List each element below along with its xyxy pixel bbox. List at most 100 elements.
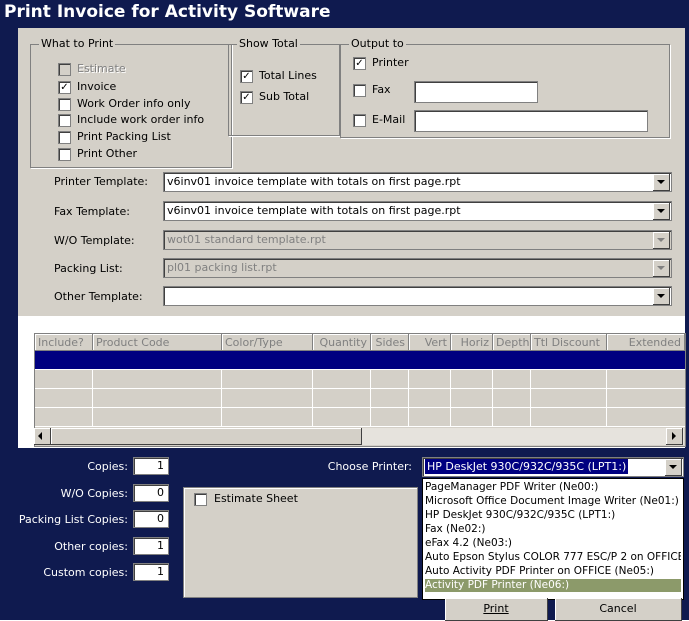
choose-printer-select[interactable]: HP DeskJet 930C/932C/935C (LPT1:) <box>422 457 684 477</box>
table-row[interactable] <box>35 408 685 427</box>
table-row[interactable] <box>35 351 685 370</box>
col-horiz[interactable]: Horiz <box>451 334 493 351</box>
estimate-checkbox[interactable] <box>58 63 71 76</box>
include-work-order-info-checkbox[interactable] <box>58 114 71 127</box>
invoice-checkbox[interactable]: ✓ <box>58 81 71 94</box>
chevron-down-icon[interactable] <box>653 174 670 191</box>
line-items-label: Line Items with Work Orders: <box>20 318 180 331</box>
show-total-legend: Show Total <box>237 37 300 50</box>
chevron-down-icon[interactable] <box>653 203 670 220</box>
chevron-down-icon[interactable] <box>665 459 682 476</box>
horizontal-scrollbar[interactable] <box>34 428 684 445</box>
printer-template-select[interactable]: v6inv01 invoice template with totals on … <box>163 172 672 192</box>
printer-option[interactable]: eFax 4.2 (Ne03:) <box>425 537 681 550</box>
chevron-down-icon[interactable] <box>653 232 670 249</box>
printer-label: Printer <box>372 56 409 69</box>
col-extended[interactable]: Extended <box>607 334 685 351</box>
printer-option[interactable]: Auto Activity PDF Printer on OFFICE (Ne0… <box>425 565 681 578</box>
grid-header: Include? Product Code Color/Type Quantit… <box>35 334 685 351</box>
fax-checkbox[interactable] <box>353 84 366 97</box>
print-packing-list-checkbox[interactable] <box>58 131 71 144</box>
copies-input[interactable]: 1 <box>133 457 169 475</box>
table-row[interactable] <box>35 370 685 389</box>
include-work-order-info-label: Include work order info <box>77 113 205 126</box>
fax-template-value: v6inv01 invoice template with totals on … <box>167 204 461 217</box>
sub-total-label: Sub Total <box>259 90 310 103</box>
choose-printer-value: HP DeskJet 930C/932C/935C (LPT1:) <box>425 459 629 474</box>
col-sides[interactable]: Sides <box>371 334 409 351</box>
printer-template-label: Printer Template: <box>54 175 148 188</box>
estimate-sheet-label: Estimate Sheet <box>214 492 298 505</box>
email-address-input[interactable] <box>414 110 648 132</box>
col-color-type[interactable]: Color/Type <box>222 334 313 351</box>
email-label: E-Mail <box>372 113 406 126</box>
col-depth[interactable]: Depth <box>493 334 531 351</box>
printer-option[interactable]: PageManager PDF Writer (Ne00:) <box>425 481 681 494</box>
cancel-button[interactable]: Cancel <box>555 598 682 621</box>
col-include[interactable]: Include? <box>35 334 93 351</box>
choose-printer-label: Choose Printer: <box>327 460 412 473</box>
output-to-legend: Output to <box>349 37 406 50</box>
other-template-select[interactable] <box>163 286 672 306</box>
table-row[interactable] <box>35 389 685 408</box>
print-other-checkbox[interactable] <box>58 148 71 161</box>
printer-option[interactable]: Microsoft Office Document Image Writer (… <box>425 495 681 508</box>
copies-label: Copies: <box>87 460 128 473</box>
col-quantity[interactable]: Quantity <box>313 334 371 351</box>
col-product-code[interactable]: Product Code <box>93 334 222 351</box>
wo-copies-input[interactable]: 0 <box>133 484 169 502</box>
wo-template-value: wot01 standard template.rpt <box>167 233 326 246</box>
custom-copies-label: Custom copies: <box>43 566 128 579</box>
print-button[interactable]: Print <box>445 598 548 621</box>
custom-copies-input[interactable]: 1 <box>133 563 169 581</box>
frame-left <box>0 28 18 620</box>
other-template-label: Other Template: <box>54 290 143 303</box>
printer-checkbox[interactable]: ✓ <box>353 57 366 70</box>
wo-template-label: W/O Template: <box>54 234 135 247</box>
fax-template-label: Fax Template: <box>54 205 130 218</box>
wo-template-select[interactable]: wot01 standard template.rpt <box>163 230 672 250</box>
fax-number-input[interactable] <box>414 81 538 103</box>
other-copies-input[interactable]: 1 <box>133 537 169 555</box>
printer-dropdown-list[interactable]: PageManager PDF Writer (Ne00:) Microsoft… <box>422 478 684 600</box>
printer-option[interactable]: Auto Epson Stylus COLOR 777 ESC/P 2 on O… <box>425 551 681 564</box>
window-title: Print Invoice for Activity Software <box>4 2 331 22</box>
work-order-info-only-label: Work Order info only <box>77 97 191 110</box>
packing-list-template-value: pl01 packing list.rpt <box>167 261 277 274</box>
print-packing-list-label: Print Packing List <box>77 130 171 143</box>
estimate-sheet-checkbox[interactable] <box>194 493 207 506</box>
invoice-label: Invoice <box>77 80 117 93</box>
chevron-down-icon[interactable] <box>653 260 670 277</box>
wo-copies-label: W/O Copies: <box>60 487 128 500</box>
what-to-print-legend: What to Print <box>39 37 116 50</box>
sub-total-checkbox[interactable]: ✓ <box>240 91 253 104</box>
email-checkbox[interactable] <box>353 114 366 127</box>
packing-list-template-select[interactable]: pl01 packing list.rpt <box>163 258 672 278</box>
arrow-left-icon <box>38 432 42 440</box>
col-ttl-discount[interactable]: Ttl Discount <box>531 334 607 351</box>
printer-option-highlighted[interactable]: Activity PDF Printer (Ne06:) <box>425 579 681 592</box>
cancel-button-label: Cancel <box>599 602 637 615</box>
packing-list-copies-label: Packing List Copies: <box>18 513 128 526</box>
print-other-label: Print Other <box>77 147 138 160</box>
total-lines-checkbox[interactable]: ✓ <box>240 70 253 83</box>
frame-right <box>685 28 689 620</box>
printer-template-value: v6inv01 invoice template with totals on … <box>167 175 461 188</box>
other-copies-label: Other copies: <box>54 540 128 553</box>
arrow-right-icon <box>672 432 676 440</box>
printer-option[interactable]: HP DeskJet 930C/932C/935C (LPT1:) <box>425 509 681 522</box>
printer-option[interactable]: Fax (Ne02:) <box>425 523 681 536</box>
packing-list-template-label: Packing List: <box>54 262 123 275</box>
scroll-right-button[interactable] <box>666 428 683 445</box>
estimate-label: Estimate <box>77 62 126 75</box>
print-button-label: Print <box>483 602 509 615</box>
chevron-down-icon[interactable] <box>653 288 670 305</box>
packing-list-copies-input[interactable]: 0 <box>133 510 169 528</box>
work-order-info-only-checkbox[interactable] <box>58 98 71 111</box>
fax-label: Fax <box>372 83 391 96</box>
options-panel: What to Print Estimate ✓ Invoice Work Or… <box>18 28 685 316</box>
col-vert[interactable]: Vert <box>409 334 451 351</box>
scroll-thumb[interactable] <box>51 428 362 445</box>
scroll-left-button[interactable] <box>34 428 51 445</box>
fax-template-select[interactable]: v6inv01 invoice template with totals on … <box>163 201 672 221</box>
